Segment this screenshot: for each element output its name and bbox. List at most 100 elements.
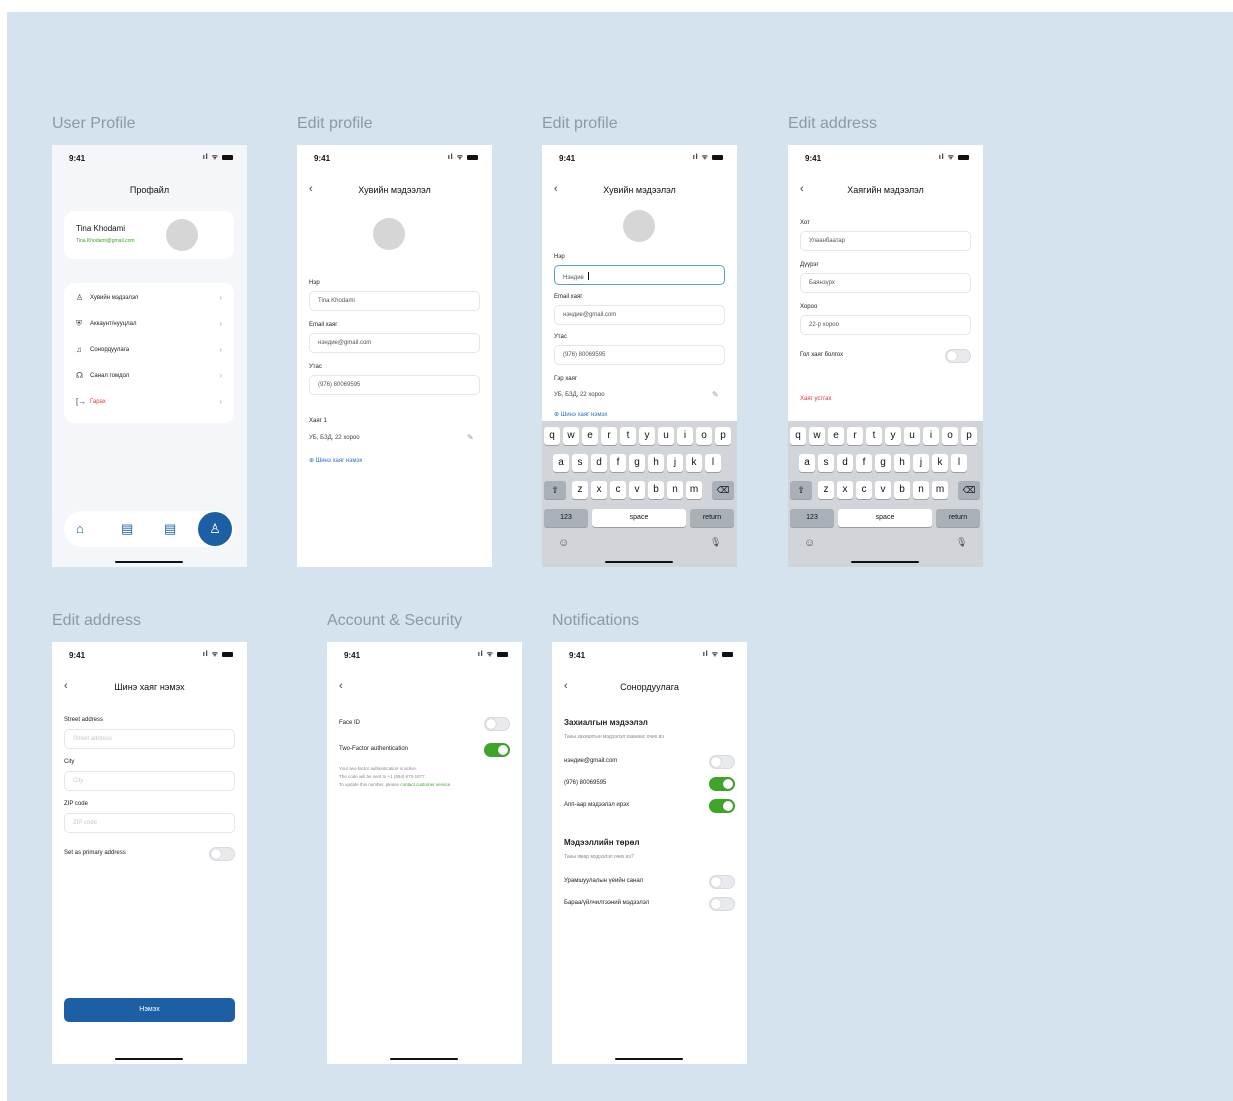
key-q[interactable]: q [790, 427, 806, 445]
key-k[interactable]: k [932, 454, 948, 472]
key-p[interactable]: p [715, 427, 731, 445]
key-b[interactable]: b [894, 481, 910, 499]
return-key[interactable]: return [936, 509, 980, 527]
sms-notif-toggle[interactable] [709, 777, 735, 791]
key-h[interactable]: h [894, 454, 910, 472]
app-notif-toggle[interactable] [709, 799, 735, 813]
phone-field[interactable]: (976) 80069595 [554, 345, 725, 365]
key-m[interactable]: m [686, 481, 702, 499]
key-d[interactable]: d [837, 454, 853, 472]
key-t[interactable]: t [866, 427, 882, 445]
district-field[interactable]: Баянзүрх [800, 273, 971, 293]
key-z[interactable]: z [572, 481, 588, 499]
key-f[interactable]: f [856, 454, 872, 472]
key-q[interactable]: q [544, 427, 560, 445]
key-n[interactable]: n [913, 481, 929, 499]
email-field[interactable]: нэндие@gmail.com [554, 305, 725, 325]
key-w[interactable]: w [563, 427, 579, 445]
city-field[interactable]: Улаанбаатар [800, 231, 971, 251]
key-y[interactable]: y [639, 427, 655, 445]
orders-icon[interactable]: ▤ [121, 521, 133, 537]
key-l[interactable]: l [951, 454, 967, 472]
numbers-key[interactable]: 123 [544, 509, 588, 527]
key-v[interactable]: v [629, 481, 645, 499]
contact-support-link[interactable]: contact customer service. [400, 782, 451, 787]
primary-address-toggle[interactable] [945, 349, 971, 363]
key-d[interactable]: d [591, 454, 607, 472]
key-c[interactable]: c [610, 481, 626, 499]
avatar[interactable] [623, 210, 655, 242]
menu-item-personal-info[interactable]: ♙ Хувийн мэдээлэл › [76, 293, 222, 307]
key-i[interactable]: i [677, 427, 693, 445]
profile-card[interactable]: Tina Khodami Tina.Khodami@gmail.com [64, 211, 234, 259]
key-l[interactable]: l [705, 454, 721, 472]
menu-item-logout[interactable]: [→ Гарах › [76, 397, 222, 411]
backspace-key[interactable]: ⌫ [712, 481, 734, 499]
name-field[interactable]: Tina Khodami [309, 291, 480, 311]
profile-tab-icon[interactable]: ♙ [198, 512, 232, 546]
backspace-key[interactable]: ⌫ [958, 481, 980, 499]
zip-input[interactable]: ZIP code [64, 813, 235, 833]
shift-key[interactable]: ⇧ [544, 481, 566, 499]
menu-item-feedback[interactable]: ☊ Санал гомдол › [76, 371, 222, 385]
key-r[interactable]: r [601, 427, 617, 445]
key-m[interactable]: m [932, 481, 948, 499]
key-o[interactable]: o [942, 427, 958, 445]
key-s[interactable]: s [572, 454, 588, 472]
key-x[interactable]: x [837, 481, 853, 499]
key-g[interactable]: g [875, 454, 891, 472]
key-f[interactable]: f [610, 454, 626, 472]
street-input[interactable]: Street address [64, 729, 235, 749]
numbers-key[interactable]: 123 [790, 509, 834, 527]
shift-key[interactable]: ⇧ [790, 481, 812, 499]
menu-item-notifications[interactable]: ♫ Сонордуулага › [76, 345, 222, 359]
key-o[interactable]: o [696, 427, 712, 445]
avatar[interactable] [166, 219, 198, 251]
phone-field[interactable]: (976) 80069595 [309, 375, 480, 395]
key-k[interactable]: k [686, 454, 702, 472]
key-v[interactable]: v [875, 481, 891, 499]
avatar[interactable] [373, 218, 405, 250]
khoroo-field[interactable]: 22-р хороо [800, 315, 971, 335]
back-icon[interactable]: ‹ [339, 680, 343, 692]
city-input[interactable]: City [64, 771, 235, 791]
email-field[interactable]: нэндие@gmail.com [309, 333, 480, 353]
key-z[interactable]: z [818, 481, 834, 499]
menu-item-account-security[interactable]: ⛨ Аккаунт/нууцлал › [76, 319, 222, 333]
key-n[interactable]: n [667, 481, 683, 499]
edit-icon[interactable]: ✎ [712, 390, 719, 399]
add-button[interactable]: Нэмэх [64, 998, 235, 1022]
key-w[interactable]: w [809, 427, 825, 445]
space-key[interactable]: space [838, 509, 932, 527]
wishlist-icon[interactable]: ▤ [164, 521, 176, 537]
key-c[interactable]: c [856, 481, 872, 499]
key-h[interactable]: h [648, 454, 664, 472]
primary-address-toggle[interactable] [209, 847, 235, 861]
key-r[interactable]: r [847, 427, 863, 445]
email-notif-toggle[interactable] [709, 755, 735, 769]
key-a[interactable]: a [553, 454, 569, 472]
key-e[interactable]: e [828, 427, 844, 445]
promo-notif-toggle[interactable] [709, 875, 735, 889]
space-key[interactable]: space [592, 509, 686, 527]
product-notif-toggle[interactable] [709, 897, 735, 911]
key-y[interactable]: y [885, 427, 901, 445]
add-address-link[interactable]: ⊕ Шинэ хаяг нэмэх [554, 411, 607, 418]
key-a[interactable]: a [799, 454, 815, 472]
delete-address-link[interactable]: Хаяг устгах [800, 396, 832, 402]
key-t[interactable]: t [620, 427, 636, 445]
key-i[interactable]: i [923, 427, 939, 445]
twofa-toggle[interactable] [484, 743, 510, 757]
home-icon[interactable]: ⌂ [76, 521, 84, 536]
key-p[interactable]: p [961, 427, 977, 445]
key-u[interactable]: u [904, 427, 920, 445]
key-b[interactable]: b [648, 481, 664, 499]
key-u[interactable]: u [658, 427, 674, 445]
add-address-link[interactable]: ⊕ Шинэ хаяг нэмэх [309, 457, 362, 464]
edit-icon[interactable]: ✎ [467, 433, 474, 442]
emoji-icon[interactable]: ☺ [804, 537, 815, 549]
key-e[interactable]: e [582, 427, 598, 445]
emoji-icon[interactable]: ☺ [558, 537, 569, 549]
return-key[interactable]: return [690, 509, 734, 527]
faceid-toggle[interactable] [484, 717, 510, 731]
